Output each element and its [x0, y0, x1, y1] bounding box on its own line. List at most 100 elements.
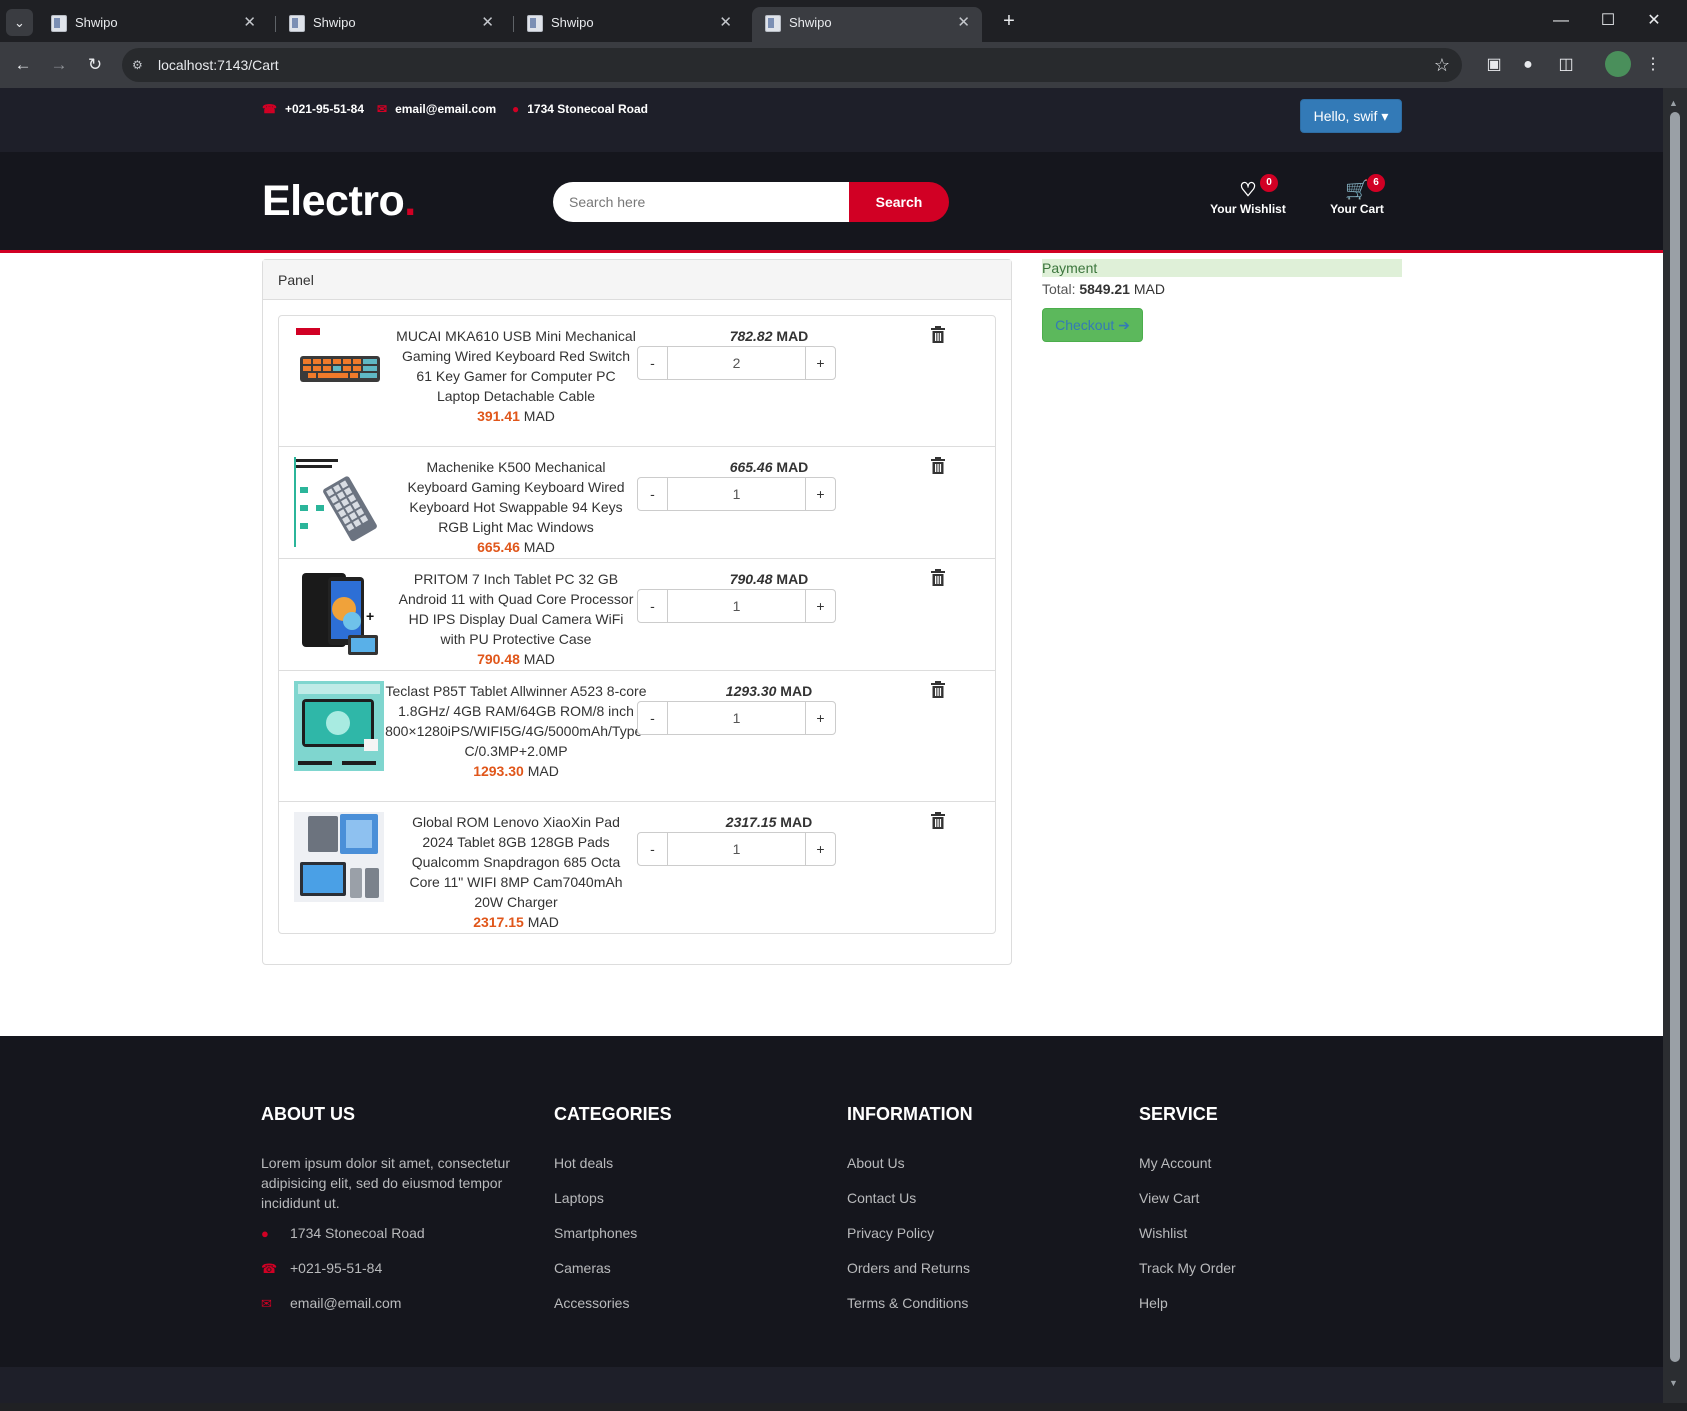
footer-link[interactable]: Privacy Policy: [847, 1223, 1107, 1258]
unit-price: 665.46: [477, 539, 520, 555]
address-text[interactable]: localhost:7143/Cart: [158, 48, 279, 82]
header-phone[interactable]: ☎ +021-95-51-84: [262, 102, 364, 116]
quantity-input[interactable]: [668, 477, 805, 511]
minimize-button[interactable]: —: [1538, 6, 1584, 36]
currency-label: MAD: [527, 763, 559, 779]
footer-link[interactable]: Cameras: [554, 1258, 814, 1293]
increase-quantity-button[interactable]: +: [805, 346, 836, 380]
account-dropdown-button[interactable]: Hello, swif ▾: [1300, 99, 1402, 133]
footer-link[interactable]: About Us: [847, 1153, 1107, 1188]
browser-tab-active[interactable]: Shwipo ✕: [752, 7, 982, 42]
cast-icon[interactable]: ▣: [1482, 53, 1506, 77]
forward-button[interactable]: →: [44, 50, 74, 80]
reload-button[interactable]: ↻: [80, 50, 110, 80]
header-email[interactable]: ✉ email@email.com: [377, 102, 496, 116]
product-image-tablet[interactable]: +: [294, 569, 384, 659]
product-image-keyboard[interactable]: [294, 457, 384, 547]
quantity-input[interactable]: [668, 589, 805, 623]
footer-link[interactable]: Orders and Returns: [847, 1258, 1107, 1293]
address-bar[interactable]: ⚙ localhost:7143/Cart ☆: [122, 48, 1462, 82]
footer-link[interactable]: Smartphones: [554, 1223, 814, 1258]
footer-link[interactable]: Hot deals: [554, 1153, 814, 1188]
scroll-down-icon[interactable]: ▼: [1669, 1378, 1678, 1388]
footer-email[interactable]: ✉ email@email.com: [261, 1293, 521, 1328]
footer-email-text: email@email.com: [290, 1295, 402, 1311]
header-address[interactable]: ● 1734 Stonecoal Road: [512, 102, 648, 116]
decrease-quantity-button[interactable]: -: [637, 701, 668, 735]
product-name[interactable]: Machenike K500 Mechanical Keyboard Gamin…: [396, 457, 636, 537]
trash-icon[interactable]: [930, 812, 946, 830]
profile-avatar[interactable]: [1605, 51, 1631, 77]
quantity-stepper: - +: [637, 832, 837, 866]
tab-title: Shwipo: [75, 15, 118, 30]
close-icon[interactable]: ✕: [481, 7, 494, 38]
product-image-keyboard[interactable]: [294, 326, 384, 416]
currency-label: MAD: [776, 459, 809, 475]
trash-icon[interactable]: [930, 569, 946, 587]
footer-link[interactable]: My Account: [1139, 1153, 1399, 1188]
scrollbar-thumb[interactable]: [1670, 112, 1680, 1362]
quantity-input[interactable]: [668, 832, 805, 866]
product-name[interactable]: Global ROM Lenovo XiaoXin Pad 2024 Table…: [396, 812, 636, 912]
search-button[interactable]: Search: [849, 182, 949, 222]
product-name[interactable]: Teclast P85T Tablet Allwinner A523 8-cor…: [385, 681, 647, 761]
trash-icon[interactable]: [930, 326, 946, 344]
page-viewport: ☎ +021-95-51-84 ✉ email@email.com ● 1734 St…: [0, 88, 1663, 1411]
footer-link[interactable]: Wishlist: [1139, 1223, 1399, 1258]
page-scrollbar[interactable]: ▲ ▼: [1663, 88, 1687, 1411]
site-logo[interactable]: Electro.: [262, 177, 416, 226]
trash-icon[interactable]: [930, 457, 946, 475]
footer-link[interactable]: Terms & Conditions: [847, 1293, 1107, 1328]
increase-quantity-button[interactable]: +: [805, 701, 836, 735]
increase-quantity-button[interactable]: +: [805, 832, 836, 866]
product-name[interactable]: PRITOM 7 Inch Tablet PC 32 GB Android 11…: [396, 569, 636, 649]
scroll-up-icon[interactable]: ▲: [1669, 98, 1678, 108]
quantity-stepper: - +: [637, 346, 837, 380]
puzzle-icon[interactable]: ◫: [1554, 53, 1578, 77]
footer-about-title: ABOUT US: [261, 1104, 355, 1124]
wishlist-link[interactable]: ♡ Your Wishlist 0: [1203, 174, 1293, 216]
maximize-button[interactable]: ☐: [1585, 6, 1631, 36]
search-input[interactable]: [553, 182, 849, 222]
footer-link[interactable]: Laptops: [554, 1188, 814, 1223]
close-window-button[interactable]: ✕: [1631, 6, 1677, 36]
decrease-quantity-button[interactable]: -: [637, 832, 668, 866]
footer-phone[interactable]: ☎ +021-95-51-84: [261, 1258, 521, 1293]
close-icon[interactable]: ✕: [243, 7, 256, 38]
new-tab-button[interactable]: +: [995, 8, 1023, 36]
trash-icon[interactable]: [930, 681, 946, 699]
footer-link[interactable]: Accessories: [554, 1293, 814, 1328]
browser-tab[interactable]: Shwipo ✕: [38, 7, 268, 42]
tab-search-button[interactable]: ⌄: [6, 9, 33, 36]
footer-link[interactable]: Track My Order: [1139, 1258, 1399, 1293]
map-marker-icon: ●: [512, 102, 520, 116]
close-icon[interactable]: ✕: [957, 7, 970, 38]
footer-link[interactable]: View Cart: [1139, 1188, 1399, 1223]
footer-link[interactable]: Help: [1139, 1293, 1399, 1328]
cart-link[interactable]: 🛒 Your Cart 6: [1312, 174, 1402, 216]
kebab-icon[interactable]: ⋮: [1641, 53, 1665, 77]
decrease-quantity-button[interactable]: -: [637, 477, 668, 511]
tune-icon[interactable]: ⚙: [132, 57, 148, 73]
footer-phone-text: +021-95-51-84: [290, 1260, 383, 1276]
quantity-input[interactable]: [668, 346, 805, 380]
browser-tab[interactable]: Shwipo ✕: [514, 7, 744, 42]
product-image-tablet[interactable]: [294, 812, 384, 902]
quantity-input[interactable]: [668, 701, 805, 735]
extension-icon[interactable]: ●: [1516, 53, 1540, 77]
decrease-quantity-button[interactable]: -: [637, 589, 668, 623]
checkout-button[interactable]: Checkout ➔: [1042, 308, 1143, 342]
browser-tab[interactable]: Shwipo ✕: [276, 7, 506, 42]
decrease-quantity-button[interactable]: -: [637, 346, 668, 380]
product-name[interactable]: MUCAI MKA610 USB Mini Mechanical Gaming …: [396, 326, 636, 406]
line-total-value: 665.46: [729, 459, 773, 475]
star-icon[interactable]: ☆: [1434, 48, 1450, 82]
increase-quantity-button[interactable]: +: [805, 589, 836, 623]
footer-link[interactable]: Contact Us: [847, 1188, 1107, 1223]
product-image-tablet[interactable]: [294, 681, 384, 771]
footer-address[interactable]: ● 1734 Stonecoal Road: [261, 1223, 521, 1258]
currency-label: MAD: [780, 683, 813, 699]
close-icon[interactable]: ✕: [719, 7, 732, 38]
back-button[interactable]: ←: [8, 50, 38, 80]
increase-quantity-button[interactable]: +: [805, 477, 836, 511]
